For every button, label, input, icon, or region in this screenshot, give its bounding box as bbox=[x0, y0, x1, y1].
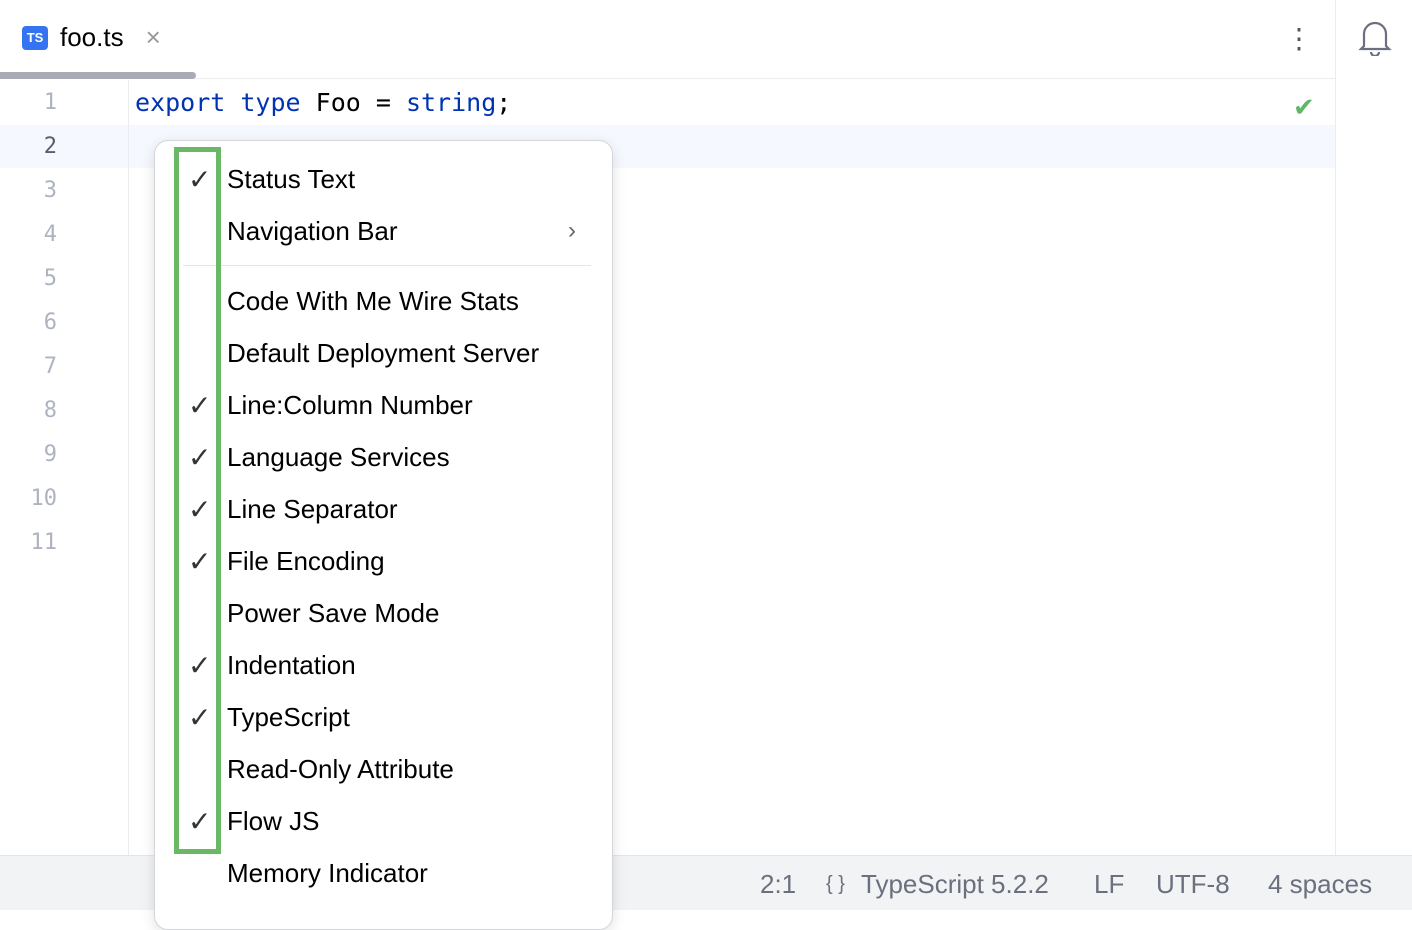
tab-foo-ts[interactable]: TS foo.ts × bbox=[22, 22, 161, 53]
identifier: Foo = bbox=[301, 88, 406, 117]
menu-item-label: Flow JS bbox=[227, 806, 319, 837]
menu-item-label: Indentation bbox=[227, 650, 356, 681]
menu-item[interactable]: ✓TypeScript bbox=[155, 695, 612, 739]
line-number: 7 bbox=[0, 354, 57, 379]
menu-item-label: Line:Column Number bbox=[227, 390, 473, 421]
menu-item[interactable]: Code With Me Wire Stats bbox=[155, 279, 612, 323]
menu-item[interactable]: Read-Only Attribute bbox=[155, 747, 612, 791]
menu-item[interactable]: Navigation Bar › bbox=[155, 209, 612, 253]
menu-item-label: Navigation Bar bbox=[227, 216, 398, 247]
braces-icon: { } bbox=[826, 873, 845, 896]
keyword: export bbox=[135, 88, 225, 117]
right-toolbar bbox=[1335, 0, 1412, 855]
tab-active-indicator bbox=[0, 72, 196, 79]
status-language[interactable]: TypeScript 5.2.2 bbox=[861, 869, 1049, 900]
close-tab-icon[interactable]: × bbox=[146, 22, 161, 53]
line-number: 5 bbox=[0, 266, 57, 291]
menu-item[interactable]: ✓Language Services bbox=[155, 435, 612, 479]
status-encoding[interactable]: UTF-8 bbox=[1156, 869, 1230, 900]
menu-item[interactable]: Default Deployment Server bbox=[155, 331, 612, 375]
menu-item[interactable]: Power Save Mode bbox=[155, 591, 612, 635]
menu-item-label: Code With Me Wire Stats bbox=[227, 286, 519, 317]
line-number: 3 bbox=[0, 178, 57, 203]
menu-item-label: File Encoding bbox=[227, 546, 385, 577]
tab-bar: TS foo.ts × ⋮ bbox=[0, 0, 1335, 79]
keyword: type bbox=[240, 88, 300, 117]
menu-item-label: Memory Indicator bbox=[227, 858, 428, 889]
menu-item[interactable]: Memory Indicator bbox=[155, 851, 612, 895]
menu-item[interactable]: ✓Indentation bbox=[155, 643, 612, 687]
line-number: 4 bbox=[0, 222, 57, 247]
code-line-1[interactable]: export type Foo = string; bbox=[135, 88, 511, 117]
line-number: 8 bbox=[0, 398, 57, 423]
menu-item[interactable]: ✓Line:Column Number bbox=[155, 383, 612, 427]
keyword: string bbox=[406, 88, 496, 117]
line-number: 9 bbox=[0, 442, 57, 467]
tab-title: foo.ts bbox=[60, 22, 124, 53]
status-indent[interactable]: 4 spaces bbox=[1268, 869, 1372, 900]
typescript-file-icon: TS bbox=[22, 26, 48, 50]
line-number: 6 bbox=[0, 310, 57, 335]
menu-item-label: Power Save Mode bbox=[227, 598, 439, 629]
menu-item-label: Read-Only Attribute bbox=[227, 754, 454, 785]
menu-item-label: Default Deployment Server bbox=[227, 338, 539, 369]
menu-item-label: Line Separator bbox=[227, 494, 398, 525]
menu-item-label: Language Services bbox=[227, 442, 450, 473]
menu-item-label: TypeScript bbox=[227, 702, 350, 733]
status-bar-widgets-menu: ✓Status Text Navigation Bar › Code With Me … bbox=[154, 140, 613, 930]
line-number-gutter: 1 2 3 4 5 6 7 8 9 10 11 bbox=[0, 80, 129, 855]
line-number: 10 bbox=[0, 486, 57, 511]
line-number: 1 bbox=[0, 90, 57, 115]
menu-item-label: Status Text bbox=[227, 164, 355, 195]
menu-item[interactable]: ✓Flow JS bbox=[155, 799, 612, 843]
semicolon: ; bbox=[496, 88, 511, 117]
line-number: 2 bbox=[0, 134, 57, 159]
menu-item[interactable]: ✓Line Separator bbox=[155, 487, 612, 531]
checkmark-column-highlight bbox=[174, 147, 221, 854]
menu-separator bbox=[183, 265, 591, 266]
no-problems-check-icon[interactable]: ✔ bbox=[1293, 92, 1315, 123]
more-options-icon[interactable]: ⋮ bbox=[1285, 22, 1313, 55]
notifications-bell-icon[interactable] bbox=[1358, 18, 1392, 61]
status-position[interactable]: 2:1 bbox=[760, 869, 796, 900]
line-number: 11 bbox=[0, 530, 57, 555]
status-line-separator[interactable]: LF bbox=[1094, 869, 1124, 900]
chevron-right-icon: › bbox=[568, 217, 576, 245]
menu-item[interactable]: ✓File Encoding bbox=[155, 539, 612, 583]
menu-item[interactable]: ✓Status Text bbox=[155, 157, 612, 201]
